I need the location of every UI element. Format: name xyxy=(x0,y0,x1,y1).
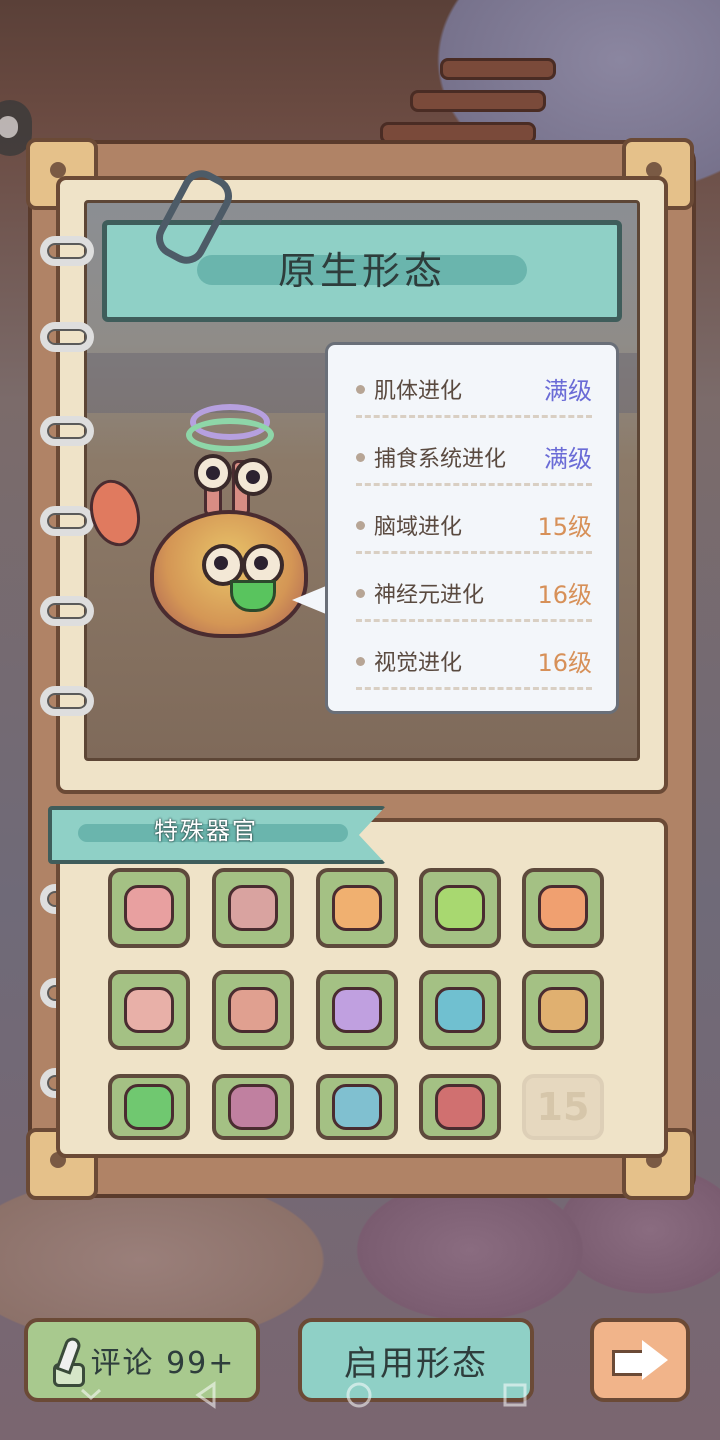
special-organs-label: 特殊器官 xyxy=(154,817,258,845)
organ-slot[interactable] xyxy=(212,970,294,1050)
stat-row: 视觉进化 16级 xyxy=(356,631,592,697)
stat-name: 肌体进化 xyxy=(374,379,463,404)
nav-home-icon[interactable] xyxy=(344,1380,374,1410)
binder-ring xyxy=(40,322,94,354)
fanged-mouth-icon xyxy=(124,885,174,931)
stat-name: 视觉进化 xyxy=(374,651,463,676)
stat-row: 肌体进化 满级 xyxy=(356,359,592,425)
neuron-icon xyxy=(538,885,588,931)
horns-icon xyxy=(228,1084,278,1130)
organ-slot[interactable] xyxy=(108,1074,190,1140)
tusked-mouth-icon xyxy=(124,987,174,1033)
organ-slot[interactable] xyxy=(419,970,501,1050)
nav-back-icon[interactable] xyxy=(192,1380,222,1410)
brain-icon xyxy=(332,987,382,1033)
use-form-button-label: 启用形态 xyxy=(344,1343,488,1384)
binder-ring xyxy=(40,236,94,268)
locked-organ-slot[interactable]: 15 xyxy=(522,1074,604,1140)
background-plank xyxy=(410,90,546,112)
organ-slot[interactable] xyxy=(108,970,190,1050)
spinal-organ-icon xyxy=(538,987,588,1033)
stat-value: 16级 xyxy=(537,581,592,609)
stat-row: 脑域进化 15级 xyxy=(356,495,592,561)
stat-value: 满级 xyxy=(544,377,592,405)
binder-ring xyxy=(40,686,94,718)
nav-recents-icon[interactable] xyxy=(500,1380,530,1410)
locked-slot-level: 15 xyxy=(536,1085,590,1129)
stat-name: 脑域进化 xyxy=(374,515,463,540)
organ-slot[interactable] xyxy=(316,1074,398,1140)
stat-value: 15级 xyxy=(537,513,592,541)
spore-cluster-icon xyxy=(124,1084,174,1130)
organ-slot[interactable] xyxy=(522,970,604,1050)
stat-row: 捕食系统进化 满级 xyxy=(356,427,592,493)
organ-slot[interactable] xyxy=(419,868,501,948)
brain-icon xyxy=(332,1084,382,1130)
organ-slot[interactable] xyxy=(316,970,398,1050)
binder-ring xyxy=(40,416,94,448)
comment-button-label: 评论 99+ xyxy=(90,1346,236,1381)
organ-slot[interactable] xyxy=(212,1074,294,1140)
stat-value: 16级 xyxy=(537,649,592,677)
background-plank xyxy=(440,58,556,80)
eyeball-stalk-icon xyxy=(435,1084,485,1130)
stat-name: 神经元进化 xyxy=(374,583,485,608)
stat-value: 满级 xyxy=(544,445,592,473)
speech-bubble-tail xyxy=(292,586,326,614)
comment-button[interactable]: 评论 99+ xyxy=(24,1318,260,1402)
striped-hide-icon xyxy=(228,987,278,1033)
organ-slot[interactable] xyxy=(522,868,604,948)
eyeball-stalk-icon xyxy=(435,885,485,931)
organ-slot[interactable] xyxy=(108,868,190,948)
creature-eye xyxy=(234,458,272,496)
organ-slot[interactable] xyxy=(419,1074,501,1140)
creature-illustration[interactable] xyxy=(76,400,320,640)
quill-icon xyxy=(49,1337,85,1387)
binder-ring xyxy=(40,506,94,538)
stat-row: 神经元进化 16级 xyxy=(356,563,592,629)
arrow-right-icon xyxy=(612,1340,668,1380)
eyeball-stalk-icon xyxy=(435,987,485,1033)
organ-slot[interactable] xyxy=(212,868,294,948)
creature-eye xyxy=(194,454,232,492)
organ-slot[interactable] xyxy=(316,868,398,948)
evolution-stats-panel: 肌体进化 满级 捕食系统进化 满级 脑域进化 15级 神经元进化 16级 视觉进… xyxy=(325,342,619,714)
use-form-button[interactable]: 启用形态 xyxy=(298,1318,534,1402)
halo-ring xyxy=(186,418,274,452)
nav-menu-icon[interactable] xyxy=(76,1380,106,1410)
brain-icon xyxy=(332,885,382,931)
next-form-button[interactable] xyxy=(590,1318,690,1402)
binder-ring xyxy=(40,596,94,628)
stat-name: 捕食系统进化 xyxy=(374,447,507,472)
skin-patch-icon xyxy=(228,885,278,931)
